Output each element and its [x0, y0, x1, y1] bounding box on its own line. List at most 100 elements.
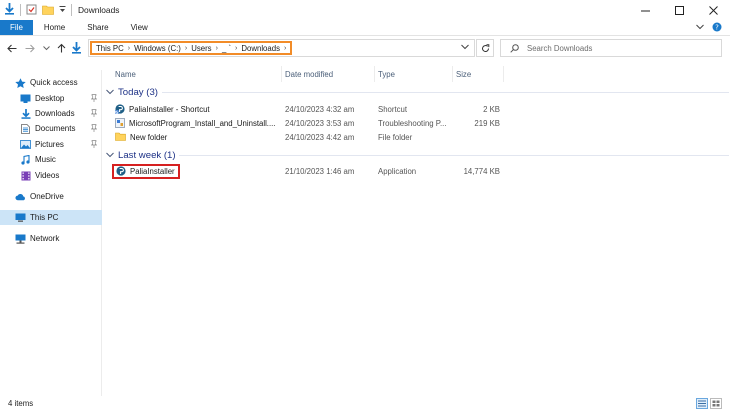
pin-icon[interactable] — [90, 140, 98, 150]
close-icon — [708, 5, 718, 15]
column-header-size[interactable]: Size — [453, 66, 504, 82]
file-row[interactable]: MicrosoftProgram_Install_and_Uninstall..… — [103, 117, 503, 130]
file-type: Troubleshooting P... — [378, 119, 447, 128]
properties-icon[interactable] — [26, 4, 37, 17]
column-header-label: Name — [115, 69, 136, 79]
search-placeholder: Search Downloads — [527, 43, 593, 53]
file-row[interactable]: New folder 24/10/2023 4:42 am File folde… — [103, 131, 503, 144]
pin-icon[interactable] — [90, 124, 98, 134]
address-history-button[interactable] — [461, 43, 469, 52]
file-name-cell[interactable]: PaliaInstaller - Shortcut — [114, 103, 210, 116]
nav-item-label: Documents — [35, 124, 76, 133]
file-size — [456, 131, 500, 144]
file-row[interactable]: PaliaInstaller 21/10/2023 1:46 am Applic… — [103, 164, 503, 179]
group-header-today[interactable]: Today (3) — [106, 85, 158, 99]
details-view-button[interactable] — [696, 398, 708, 409]
desktop-folder-icon — [20, 94, 31, 104]
breadcrumb-separator-icon[interactable]: › — [284, 45, 286, 52]
toolbar-separator — [20, 4, 21, 16]
file-name: New folder — [130, 133, 168, 142]
file-name-cell[interactable]: MicrosoftProgram_Install_and_Uninstall..… — [115, 117, 275, 130]
close-button[interactable] — [696, 0, 730, 20]
file-name-cell[interactable]: New folder — [115, 131, 167, 144]
nav-quick-access[interactable]: Quick access — [0, 75, 102, 90]
breadcrumb-separator-icon[interactable]: › — [216, 45, 218, 52]
collapse-chevron-icon[interactable] — [106, 88, 114, 97]
refresh-button[interactable] — [476, 39, 494, 57]
up-button[interactable] — [55, 40, 67, 56]
file-name-cell[interactable]: PaliaInstaller — [112, 164, 180, 179]
breadcrumb-separator-icon[interactable]: › — [128, 45, 130, 52]
breadcrumb: This PC › Windows (C:) › Users › _ ` › D… — [90, 41, 293, 55]
group-header-last-week[interactable]: Last week (1) — [106, 148, 176, 162]
breadcrumb-user[interactable]: _ ` — [222, 44, 231, 53]
address-bar[interactable]: This PC › Windows (C:) › Users › _ ` › D… — [88, 39, 475, 57]
breadcrumb-downloads[interactable]: Downloads — [241, 44, 280, 53]
nav-onedrive[interactable]: OneDrive — [0, 189, 102, 204]
download-arrow-icon[interactable] — [4, 3, 15, 17]
column-header-date-modified[interactable]: ︿ Date modified — [282, 66, 375, 82]
breadcrumb-this-pc[interactable]: This PC — [96, 44, 124, 53]
troubleshooter-icon — [115, 117, 125, 130]
music-folder-icon — [20, 154, 31, 165]
breadcrumb-users[interactable]: Users — [191, 44, 211, 53]
chevron-down-icon — [461, 44, 469, 50]
minimize-button[interactable] — [628, 0, 662, 20]
nav-item-documents[interactable]: Documents — [0, 121, 102, 136]
nav-network[interactable]: Network — [0, 231, 102, 246]
nav-item-label: Desktop — [35, 94, 65, 103]
tab-home[interactable]: Home — [33, 20, 76, 35]
large-icons-view-button[interactable] — [710, 398, 722, 409]
nav-item-downloads[interactable]: Downloads — [0, 106, 102, 121]
ribbon-tabs: File Home Share View ? — [0, 20, 730, 36]
column-header-name[interactable]: Name — [103, 66, 282, 82]
documents-folder-icon — [20, 123, 31, 134]
file-date: 24/10/2023 3:53 am — [285, 119, 355, 128]
svg-text:?: ? — [715, 23, 719, 31]
quick-access-toolbar — [0, 0, 72, 20]
breadcrumb-windows-c[interactable]: Windows (C:) — [134, 44, 181, 53]
file-row[interactable]: PaliaInstaller - Shortcut 24/10/2023 4:3… — [103, 103, 503, 116]
nav-this-pc[interactable]: This PC — [0, 210, 102, 225]
nav-item-desktop[interactable]: Desktop — [0, 91, 102, 106]
ribbon-right-controls: ? — [696, 20, 730, 35]
expand-ribbon-icon[interactable] — [696, 23, 704, 32]
pin-icon[interactable] — [90, 109, 98, 119]
column-header-label: Size — [456, 69, 472, 79]
column-header-type[interactable]: Type — [375, 66, 453, 82]
item-count: 4 items — [8, 399, 34, 408]
file-name: PaliaInstaller - Shortcut — [129, 105, 210, 114]
forward-button[interactable] — [24, 40, 36, 56]
file-type: File folder — [378, 133, 413, 142]
nav-item-videos[interactable]: Videos — [0, 168, 102, 183]
collapse-chevron-icon[interactable] — [106, 151, 114, 160]
customize-toolbar-icon[interactable] — [59, 5, 66, 15]
breadcrumb-separator-icon[interactable]: › — [235, 45, 237, 52]
highlighted-file-name[interactable]: PaliaInstaller — [112, 164, 180, 179]
computer-icon — [15, 213, 26, 223]
file-size: 14,774 KB — [463, 167, 500, 176]
nav-item-pictures[interactable]: Pictures — [0, 137, 102, 152]
breadcrumb-separator-icon[interactable]: › — [185, 45, 187, 52]
title-bar: Downloads — [0, 0, 730, 20]
maximize-button[interactable] — [662, 0, 696, 20]
help-icon[interactable]: ? — [712, 22, 722, 34]
file-name: PaliaInstaller — [130, 167, 175, 176]
chevron-down-icon — [42, 45, 50, 50]
downloads-folder-icon — [20, 108, 31, 119]
group-divider — [179, 155, 729, 156]
back-button[interactable] — [6, 40, 18, 56]
file-date: 21/10/2023 1:46 am — [285, 167, 355, 176]
tab-file[interactable]: File — [0, 20, 33, 35]
search-input[interactable]: Search Downloads — [500, 39, 722, 57]
videos-folder-icon — [20, 171, 31, 181]
cloud-icon — [15, 192, 26, 202]
tab-share[interactable]: Share — [76, 20, 119, 35]
pin-icon[interactable] — [90, 94, 98, 104]
recent-locations-button[interactable] — [40, 40, 52, 56]
view-switcher — [696, 398, 722, 409]
details-view-icon — [698, 400, 706, 407]
tab-view[interactable]: View — [120, 20, 159, 35]
nav-item-music[interactable]: Music — [0, 152, 102, 167]
new-folder-icon[interactable] — [42, 4, 54, 17]
